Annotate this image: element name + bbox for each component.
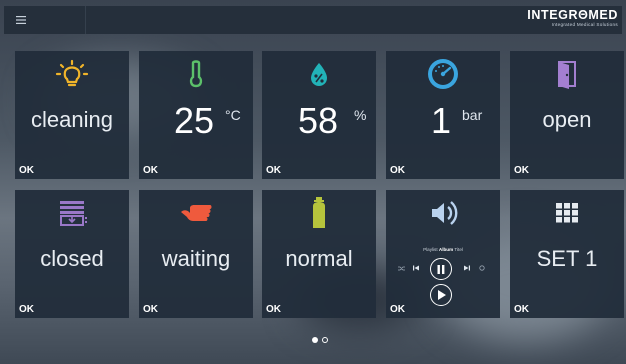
hamburger-menu-icon bbox=[16, 16, 26, 24]
status-ok: OK bbox=[266, 304, 281, 315]
temperature-value: 25 bbox=[174, 100, 215, 141]
next-icon bbox=[464, 265, 470, 271]
temperature-unit: °C bbox=[225, 107, 241, 123]
play-icon bbox=[437, 290, 446, 300]
menu-button[interactable] bbox=[4, 6, 86, 34]
gas-bottle-icon bbox=[262, 196, 376, 230]
status-ok: OK bbox=[143, 165, 158, 176]
door-tile[interactable]: open OK bbox=[510, 51, 624, 179]
page-indicator bbox=[310, 335, 340, 345]
player-tile: Playlist Album Titel OK bbox=[386, 190, 500, 318]
speaker-icon bbox=[386, 196, 500, 230]
cleaning-tile[interactable]: cleaning OK bbox=[15, 51, 129, 179]
status-ok: OK bbox=[390, 165, 405, 176]
hand-icon bbox=[139, 196, 253, 230]
status-ok: OK bbox=[514, 304, 529, 315]
previous-icon bbox=[413, 265, 419, 271]
pressure-tile[interactable]: 1 bar OK bbox=[386, 51, 500, 179]
previous-button[interactable] bbox=[412, 264, 420, 272]
pause-icon bbox=[437, 264, 445, 274]
cleaning-label: cleaning bbox=[31, 107, 113, 132]
status-ok: OK bbox=[143, 304, 158, 315]
set-label: SET 1 bbox=[536, 246, 598, 271]
lightbulb-icon bbox=[15, 57, 129, 91]
humidity-unit: % bbox=[354, 107, 367, 123]
pressure-unit: bar bbox=[462, 107, 483, 123]
brand-name: INTEGRΘMED bbox=[527, 8, 618, 22]
status-ok: OK bbox=[19, 304, 34, 315]
brand-logo: INTEGRΘMED Integrated Medical Solutions bbox=[527, 9, 618, 28]
hand-label: waiting bbox=[161, 246, 231, 271]
gauge-icon bbox=[386, 57, 500, 91]
temperature-tile[interactable]: 25 °C OK bbox=[139, 51, 253, 179]
gas-label: normal bbox=[285, 246, 353, 271]
page-dot-active[interactable] bbox=[312, 337, 318, 343]
title-text: Titel bbox=[454, 247, 463, 252]
drawer-icon bbox=[15, 196, 129, 230]
play-button[interactable] bbox=[430, 284, 452, 306]
shuffle-button[interactable] bbox=[397, 264, 405, 272]
status-ok: OK bbox=[390, 304, 405, 315]
next-button[interactable] bbox=[463, 264, 471, 272]
pressure-value: 1 bbox=[431, 100, 452, 141]
humidity-drop-icon bbox=[262, 57, 376, 91]
set-tile[interactable]: SET 1 OK bbox=[510, 190, 624, 318]
repeat-button[interactable] bbox=[478, 264, 486, 272]
hand-tile[interactable]: waiting OK bbox=[139, 190, 253, 318]
drawer-tile[interactable]: closed OK bbox=[15, 190, 129, 318]
status-ok: OK bbox=[19, 165, 34, 176]
shuffle-icon bbox=[397, 266, 405, 270]
grid-icon bbox=[510, 196, 624, 230]
gas-tile[interactable]: normal OK bbox=[262, 190, 376, 318]
door-icon bbox=[510, 57, 624, 91]
door-label: open bbox=[542, 107, 592, 132]
player-controls bbox=[386, 258, 500, 280]
pause-button[interactable] bbox=[430, 258, 452, 280]
drawer-label: closed bbox=[40, 246, 104, 271]
humidity-tile[interactable]: 58 % OK bbox=[262, 51, 376, 179]
brand-subtitle: Integrated Medical Solutions bbox=[551, 22, 618, 27]
thermometer-icon bbox=[139, 57, 253, 91]
status-ok: OK bbox=[514, 165, 529, 176]
album-text: Album bbox=[438, 247, 454, 252]
humidity-value: 58 bbox=[298, 100, 339, 141]
playlist-text: Playlist bbox=[423, 247, 438, 252]
repeat-icon bbox=[479, 265, 485, 271]
now-playing: Playlist Album Titel bbox=[386, 247, 500, 253]
page-dot[interactable] bbox=[322, 337, 328, 343]
status-ok: OK bbox=[266, 165, 281, 176]
